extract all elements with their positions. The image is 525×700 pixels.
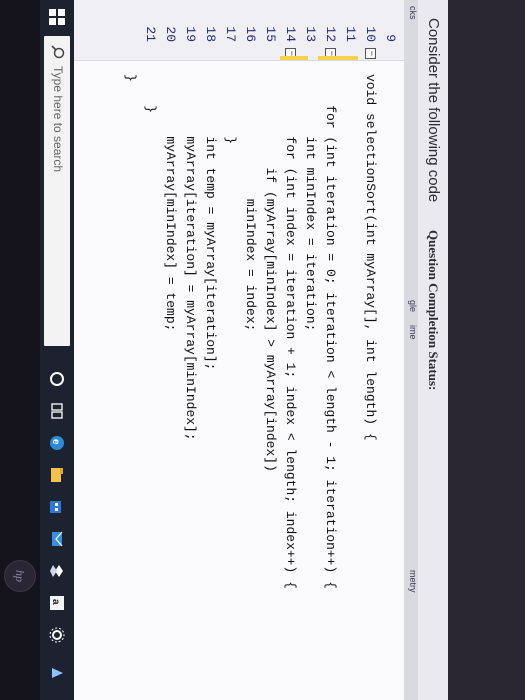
line-number: 21 — [143, 26, 158, 42]
line-number: 18 — [203, 26, 218, 42]
amazon-icon[interactable]: a — [48, 594, 66, 612]
hp-logo: hp — [4, 560, 36, 592]
cortana-circle-icon[interactable] — [48, 370, 66, 388]
question-prompt: Consider the following code — [425, 18, 442, 203]
side-tag[interactable]: gle — [408, 300, 418, 312]
side-tag[interactable]: metry — [408, 570, 418, 593]
code-line: int minIndex = iteration; — [303, 74, 318, 332]
windows-start-icon[interactable] — [48, 8, 66, 26]
file-explorer-icon[interactable] — [48, 466, 66, 484]
line-number: 16 — [243, 26, 258, 42]
code-editor: 9 10 11 12 13 14 15 16 17 18 19 20 21 − … — [74, 0, 404, 700]
completion-status-toggle[interactable]: Question Completion Status: — [425, 230, 441, 390]
code-line-function-signature: void selectionSort(int myArray[], int le… — [363, 74, 378, 441]
settings-icon[interactable] — [48, 626, 66, 644]
code-line: } — [223, 74, 238, 145]
line-number: 9 — [383, 34, 398, 42]
monitor-bezel: hp — [0, 0, 40, 700]
code-line: myArray[minIndex] = temp; — [163, 74, 178, 332]
mail-icon[interactable] — [48, 530, 66, 548]
store-icon[interactable] — [48, 498, 66, 516]
change-marker — [318, 56, 358, 60]
line-number: 15 — [263, 26, 278, 42]
side-tag[interactable]: cks — [408, 6, 418, 20]
app-icon[interactable] — [48, 664, 66, 682]
svg-text:a: a — [50, 599, 61, 605]
code-line: } — [123, 74, 138, 82]
line-number: 10 — [363, 26, 378, 42]
code-line-outer-loop: for (int iteration = 0; iteration < leng… — [323, 74, 338, 589]
edge-icon[interactable]: e — [48, 434, 66, 452]
search-placeholder: Type here to search — [51, 66, 65, 173]
monitor-screen: Consider the following code Question Com… — [0, 0, 448, 700]
line-number: 11 — [343, 26, 358, 42]
windows-taskbar: Type here to search e a — [40, 0, 74, 700]
fold-toggle-icon[interactable]: − — [365, 48, 376, 59]
line-number: 13 — [303, 26, 318, 42]
task-view-icon[interactable] — [48, 402, 66, 420]
search-icon — [51, 45, 65, 59]
line-number: 12 — [323, 26, 338, 42]
side-nav-strip: cks gle ime metry — [404, 0, 418, 700]
photo-scene: Consider the following code Question Com… — [0, 0, 525, 700]
change-marker — [280, 56, 308, 60]
code-line-inner-loop: for (int index = iteration + 1; index < … — [283, 74, 298, 589]
line-number: 20 — [163, 26, 178, 42]
code-line: myArray[iteration] = myArray[minIndex]; — [183, 74, 198, 441]
taskbar-search-box[interactable]: Type here to search — [44, 36, 70, 346]
svg-text:e: e — [50, 439, 61, 445]
question-header: Consider the following code Question Com… — [417, 0, 448, 700]
line-number: 19 — [183, 26, 198, 42]
code-line: int temp = myArray[iteration]; — [203, 74, 218, 371]
code-line: } — [143, 74, 158, 114]
line-number-gutter: 9 10 11 12 13 14 15 16 17 18 19 20 21 − … — [74, 0, 404, 61]
line-number: 17 — [223, 26, 238, 42]
line-number: 14 — [283, 26, 298, 42]
dropbox-icon[interactable] — [48, 562, 66, 580]
code-line: minIndex = index; — [243, 74, 258, 332]
side-tag[interactable]: ime — [408, 325, 418, 340]
code-line: if (myArray[minIndex] > myArray[index]) — [263, 74, 278, 472]
